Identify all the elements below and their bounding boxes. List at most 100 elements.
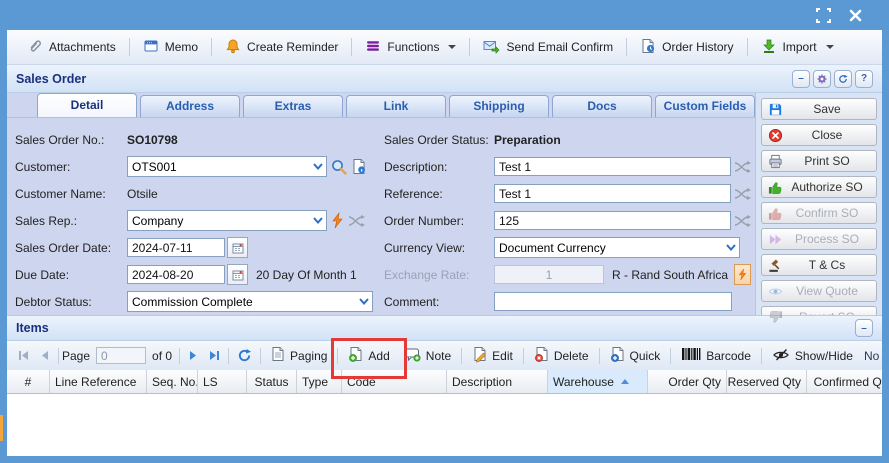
note-button[interactable]: Note (397, 346, 458, 365)
refresh-icon[interactable] (232, 348, 257, 363)
lightning-icon[interactable] (734, 264, 751, 285)
lightning-icon[interactable] (330, 212, 345, 229)
import-button[interactable]: Import (751, 30, 844, 64)
comment-input[interactable] (494, 292, 732, 311)
search-icon[interactable] (330, 158, 348, 176)
quick-button[interactable]: Quick (603, 346, 668, 366)
paperclip-icon (27, 38, 43, 57)
column-header-warehouse[interactable]: Warehouse (548, 370, 648, 393)
first-page-icon[interactable] (13, 350, 35, 361)
close-button[interactable]: Close (761, 124, 877, 146)
page-input[interactable] (96, 347, 146, 364)
barcode-label: Barcode (706, 349, 751, 363)
sales-order-no-label: Sales Order No.: (15, 133, 127, 147)
column-header-code[interactable]: Code (342, 370, 447, 393)
chevron-down-icon[interactable] (309, 157, 326, 176)
items-table-body[interactable] (7, 394, 882, 456)
paging-label: Paging (290, 349, 327, 363)
sales-order-status-value: Preparation (494, 133, 561, 147)
prev-page-icon[interactable] (35, 350, 55, 361)
reference-label: Reference: (384, 187, 494, 201)
order-history-button[interactable]: Order History (630, 30, 743, 64)
paging-button[interactable]: Paging (264, 346, 334, 365)
column-header-ls[interactable]: LS (198, 370, 247, 393)
add-button[interactable]: Add (341, 346, 396, 366)
attachments-button[interactable]: Attachments (17, 30, 126, 64)
t-and-cs-button[interactable]: T & Cs (761, 254, 877, 276)
column-header-number[interactable]: # (7, 370, 50, 393)
items-table-header: # Line Reference Seq. No. LS Status Type… (7, 370, 882, 394)
items-title: Items (16, 321, 49, 335)
window-titlebar (7, 0, 882, 30)
tab-extras[interactable]: Extras (243, 95, 343, 117)
sales-order-window: Attachments Memo Create Reminder Functio… (0, 0, 889, 463)
note-label: Note (426, 349, 451, 363)
debtor-status-input[interactable] (128, 293, 355, 310)
next-page-icon[interactable] (183, 350, 203, 361)
shuffle-icon[interactable] (348, 214, 365, 228)
customer-info-icon[interactable] (351, 158, 367, 175)
memo-button[interactable]: Memo (133, 30, 208, 64)
tab-link[interactable]: Link (346, 95, 446, 117)
chevron-down-icon (448, 45, 456, 49)
panel-help-button[interactable]: ? (855, 70, 873, 88)
debtor-status-label: Debtor Status: (15, 295, 127, 309)
sales-rep-input[interactable] (128, 212, 309, 229)
chevron-down-icon[interactable] (722, 238, 739, 257)
maximize-icon[interactable] (814, 6, 832, 24)
functions-icon (365, 38, 381, 57)
delete-button[interactable]: Delete (527, 346, 596, 366)
eye-icon (767, 283, 783, 299)
customer-label: Customer: (15, 160, 127, 174)
chevron-down-icon[interactable] (309, 211, 326, 230)
t-and-cs-label: T & Cs (783, 258, 871, 272)
print-so-button[interactable]: Print SO (761, 150, 877, 172)
tab-custom-fields[interactable]: Custom Fields (655, 95, 755, 117)
debtor-status-combo (127, 291, 373, 312)
panel-minimize-button[interactable]: – (792, 70, 810, 88)
items-minimize-button[interactable]: – (855, 319, 873, 337)
shuffle-icon[interactable] (734, 214, 751, 228)
close-icon[interactable] (846, 6, 864, 24)
toolbar-divider (351, 38, 352, 56)
shuffle-icon[interactable] (734, 160, 751, 174)
column-header-type[interactable]: Type (297, 370, 342, 393)
shuffle-icon[interactable] (734, 187, 751, 201)
column-header-reserved-qty[interactable]: Reserved Qty (727, 370, 807, 393)
panel-settings-button[interactable] (813, 70, 831, 88)
functions-button[interactable]: Functions (355, 30, 466, 64)
sales-order-date-input[interactable] (127, 238, 225, 257)
column-header-description[interactable]: Description (447, 370, 548, 393)
last-page-icon[interactable] (203, 350, 225, 361)
column-header-status[interactable]: Status (247, 370, 297, 393)
save-button[interactable]: Save (761, 98, 877, 120)
tab-detail[interactable]: Detail (37, 93, 137, 117)
create-reminder-button[interactable]: Create Reminder (215, 30, 348, 64)
authorize-so-button[interactable]: Authorize SO (761, 176, 877, 198)
edit-button[interactable]: Edit (465, 346, 520, 366)
tab-docs[interactable]: Docs (552, 95, 652, 117)
column-header-confirmed-qty[interactable]: Confirmed Qty (807, 370, 882, 393)
currency-view-input[interactable] (495, 239, 722, 256)
reference-input[interactable] (494, 184, 731, 203)
calendar-icon[interactable] (227, 237, 248, 258)
customer-input[interactable] (128, 158, 309, 175)
column-header-line-reference[interactable]: Line Reference (50, 370, 147, 393)
barcode-button[interactable]: Barcode (674, 347, 758, 364)
column-header-order-qty[interactable]: Order Qty (648, 370, 727, 393)
tab-address[interactable]: Address (140, 95, 240, 117)
double-arrow-icon (767, 231, 783, 247)
quick-icon (610, 346, 625, 366)
order-number-input[interactable] (494, 211, 731, 230)
description-input[interactable] (494, 157, 731, 176)
column-header-seq-no[interactable]: Seq. No. (147, 370, 198, 393)
show-hide-button[interactable]: Show/Hide (765, 347, 860, 365)
confirm-so-label: Confirm SO (783, 206, 871, 220)
eye-slash-icon (772, 347, 790, 365)
due-date-input[interactable] (127, 265, 225, 284)
chevron-down-icon[interactable] (355, 292, 372, 311)
panel-refresh-button[interactable] (834, 70, 852, 88)
calendar-icon[interactable] (227, 264, 248, 285)
tab-shipping[interactable]: Shipping (449, 95, 549, 117)
send-email-confirm-button[interactable]: Send Email Confirm (473, 30, 623, 64)
